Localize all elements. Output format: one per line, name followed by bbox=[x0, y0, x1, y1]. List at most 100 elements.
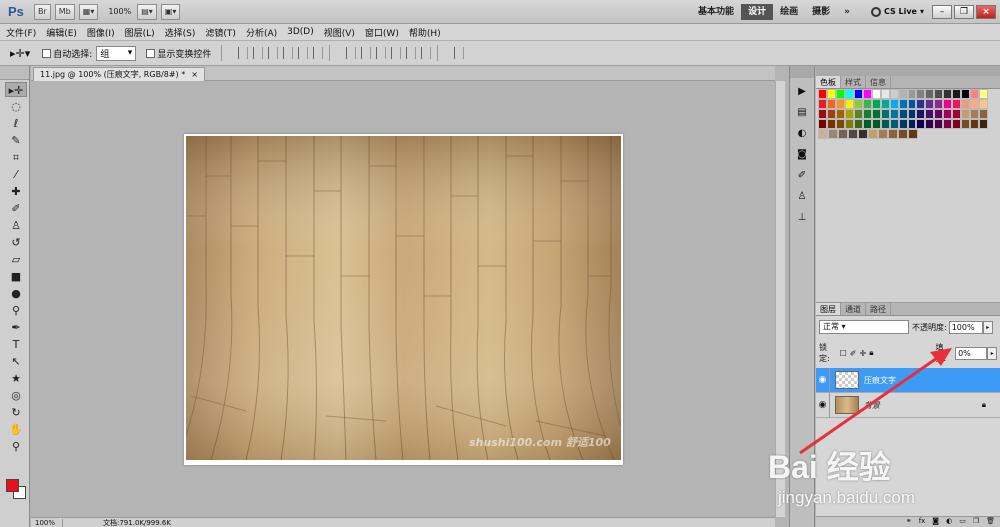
color-swatch[interactable] bbox=[848, 129, 858, 139]
dodge-tool-icon[interactable]: ⚲ bbox=[5, 303, 27, 318]
lock-all-icon[interactable]: 🔒︎ bbox=[869, 348, 873, 358]
color-swatch[interactable] bbox=[916, 99, 926, 109]
color-swatch[interactable] bbox=[853, 119, 863, 129]
auto-select-target-select[interactable]: 组 ▾ bbox=[96, 45, 137, 61]
color-swatch[interactable] bbox=[818, 89, 827, 99]
color-swatch[interactable] bbox=[907, 89, 917, 99]
color-swatch[interactable] bbox=[871, 89, 881, 99]
color-swatch[interactable] bbox=[880, 119, 890, 129]
color-swatch[interactable] bbox=[844, 119, 854, 129]
align-top-icon[interactable] bbox=[238, 47, 249, 59]
color-swatch[interactable] bbox=[952, 99, 962, 109]
color-swatch[interactable] bbox=[925, 109, 935, 119]
align-vcenter-icon[interactable] bbox=[253, 47, 264, 59]
foreground-color-swatch[interactable] bbox=[6, 479, 19, 492]
eye-icon[interactable]: ◉ bbox=[816, 392, 830, 418]
auto-select-checkbox[interactable]: 自动选择: bbox=[42, 47, 92, 60]
menu-view[interactable]: 视图(V) bbox=[324, 26, 355, 39]
color-swatch[interactable] bbox=[907, 99, 917, 109]
lock-position-icon[interactable]: ✛ bbox=[860, 349, 867, 358]
eraser-tool-icon[interactable]: ▱ bbox=[5, 252, 27, 267]
align-bottom-icon[interactable] bbox=[268, 47, 279, 59]
color-swatch[interactable] bbox=[853, 109, 863, 119]
color-swatch[interactable] bbox=[970, 109, 980, 119]
tool-presets-icon[interactable]: ⊥ bbox=[794, 211, 810, 225]
color-swatch[interactable] bbox=[826, 89, 836, 99]
mini-bridge-button[interactable]: Mb bbox=[54, 3, 75, 20]
lasso-tool-icon[interactable]: ℓ bbox=[5, 116, 27, 131]
close-button[interactable]: × bbox=[976, 4, 996, 19]
menu-edit[interactable]: 编辑(E) bbox=[46, 26, 77, 39]
color-swatch[interactable] bbox=[862, 99, 872, 109]
color-swatch[interactable] bbox=[898, 119, 908, 129]
tab-styles[interactable]: 样式 bbox=[841, 76, 866, 88]
color-swatch[interactable] bbox=[818, 109, 827, 119]
color-swatch[interactable] bbox=[826, 119, 836, 129]
actions-icon[interactable]: ▶ bbox=[794, 85, 810, 99]
cs-live-menu[interactable]: CS Live ▾ bbox=[870, 6, 924, 17]
adjustments-icon[interactable]: ◐ bbox=[794, 127, 810, 141]
document-canvas[interactable]: shushi100.com 舒适100 bbox=[184, 134, 623, 465]
close-tab-icon[interactable]: × bbox=[191, 68, 198, 81]
color-swatch[interactable] bbox=[844, 109, 854, 119]
opacity-slider-button[interactable]: ▸ bbox=[982, 320, 993, 334]
blur-tool-icon[interactable]: ● bbox=[5, 286, 27, 301]
lock-pixels-icon[interactable]: ✐ bbox=[850, 349, 857, 358]
lock-transparency-icon[interactable]: ☐ bbox=[840, 349, 847, 358]
3d-rotate-tool-icon[interactable]: ◎ bbox=[5, 388, 27, 403]
color-swatch[interactable] bbox=[961, 119, 971, 129]
minimize-button[interactable]: – bbox=[932, 4, 952, 19]
tools-panel-grip[interactable] bbox=[0, 66, 29, 80]
marquee-tool-icon[interactable]: ◌ bbox=[5, 99, 27, 114]
blend-mode-select[interactable]: 正常 ▾ bbox=[819, 320, 909, 334]
color-swatch[interactable] bbox=[844, 89, 854, 99]
color-swatch[interactable] bbox=[925, 99, 935, 109]
eyedropper-tool-icon[interactable]: ⁄ bbox=[5, 167, 27, 182]
fill-field[interactable]: 0% bbox=[955, 346, 988, 360]
align-right-icon[interactable] bbox=[313, 47, 324, 59]
menu-file[interactable]: 文件(F) bbox=[6, 26, 36, 39]
canvas-area[interactable]: shushi100.com 舒适100 bbox=[31, 81, 775, 517]
move-tool-preset-icon[interactable]: ▸✛▾ bbox=[10, 47, 30, 60]
zoom-level[interactable]: 100% bbox=[108, 7, 131, 16]
arrange-documents-button[interactable]: ▤▾ bbox=[137, 3, 157, 20]
workspace-photography[interactable]: 摄影 bbox=[805, 4, 837, 20]
color-swatch[interactable] bbox=[934, 109, 944, 119]
menu-image[interactable]: 图像(I) bbox=[87, 26, 115, 39]
color-swatch[interactable] bbox=[908, 129, 918, 139]
tab-swatches[interactable]: 色板 bbox=[816, 76, 841, 88]
color-swatch[interactable] bbox=[835, 89, 845, 99]
distribute-hcenter-icon[interactable] bbox=[406, 47, 417, 59]
color-swatch[interactable] bbox=[943, 119, 953, 129]
color-swatch[interactable] bbox=[952, 109, 962, 119]
color-swatch[interactable] bbox=[979, 99, 989, 109]
color-swatch[interactable] bbox=[889, 119, 899, 129]
color-swatch[interactable] bbox=[858, 129, 868, 139]
color-swatch[interactable] bbox=[828, 129, 838, 139]
status-doc-size[interactable]: 文档:791.0K/999.6K bbox=[103, 518, 171, 527]
color-swatch[interactable] bbox=[907, 119, 917, 129]
shape-tool-icon[interactable]: ★ bbox=[5, 371, 27, 386]
color-swatch[interactable] bbox=[907, 109, 917, 119]
show-transform-controls-checkbox[interactable]: 显示变换控件 bbox=[146, 47, 211, 60]
align-hcenter-icon[interactable] bbox=[298, 47, 309, 59]
color-swatch[interactable] bbox=[961, 99, 971, 109]
align-left-icon[interactable] bbox=[283, 47, 294, 59]
workspace-design[interactable]: 设计 bbox=[741, 3, 774, 20]
menu-select[interactable]: 选择(S) bbox=[165, 26, 196, 39]
color-swatch[interactable] bbox=[818, 119, 827, 129]
color-swatch[interactable] bbox=[826, 99, 836, 109]
distribute-left-icon[interactable] bbox=[391, 47, 402, 59]
tab-paths[interactable]: 路径 bbox=[866, 303, 891, 315]
color-swatch[interactable] bbox=[952, 119, 962, 129]
color-swatch[interactable] bbox=[934, 89, 944, 99]
color-swatch[interactable] bbox=[838, 129, 848, 139]
quick-select-tool-icon[interactable]: ✎ bbox=[5, 133, 27, 148]
color-swatch[interactable] bbox=[871, 99, 881, 109]
color-swatch[interactable] bbox=[970, 89, 980, 99]
color-swatch[interactable] bbox=[979, 109, 989, 119]
color-swatch[interactable] bbox=[868, 129, 878, 139]
more-workspaces-button[interactable]: » bbox=[837, 4, 857, 20]
color-swatch[interactable] bbox=[818, 129, 828, 139]
color-swatch[interactable] bbox=[826, 109, 836, 119]
